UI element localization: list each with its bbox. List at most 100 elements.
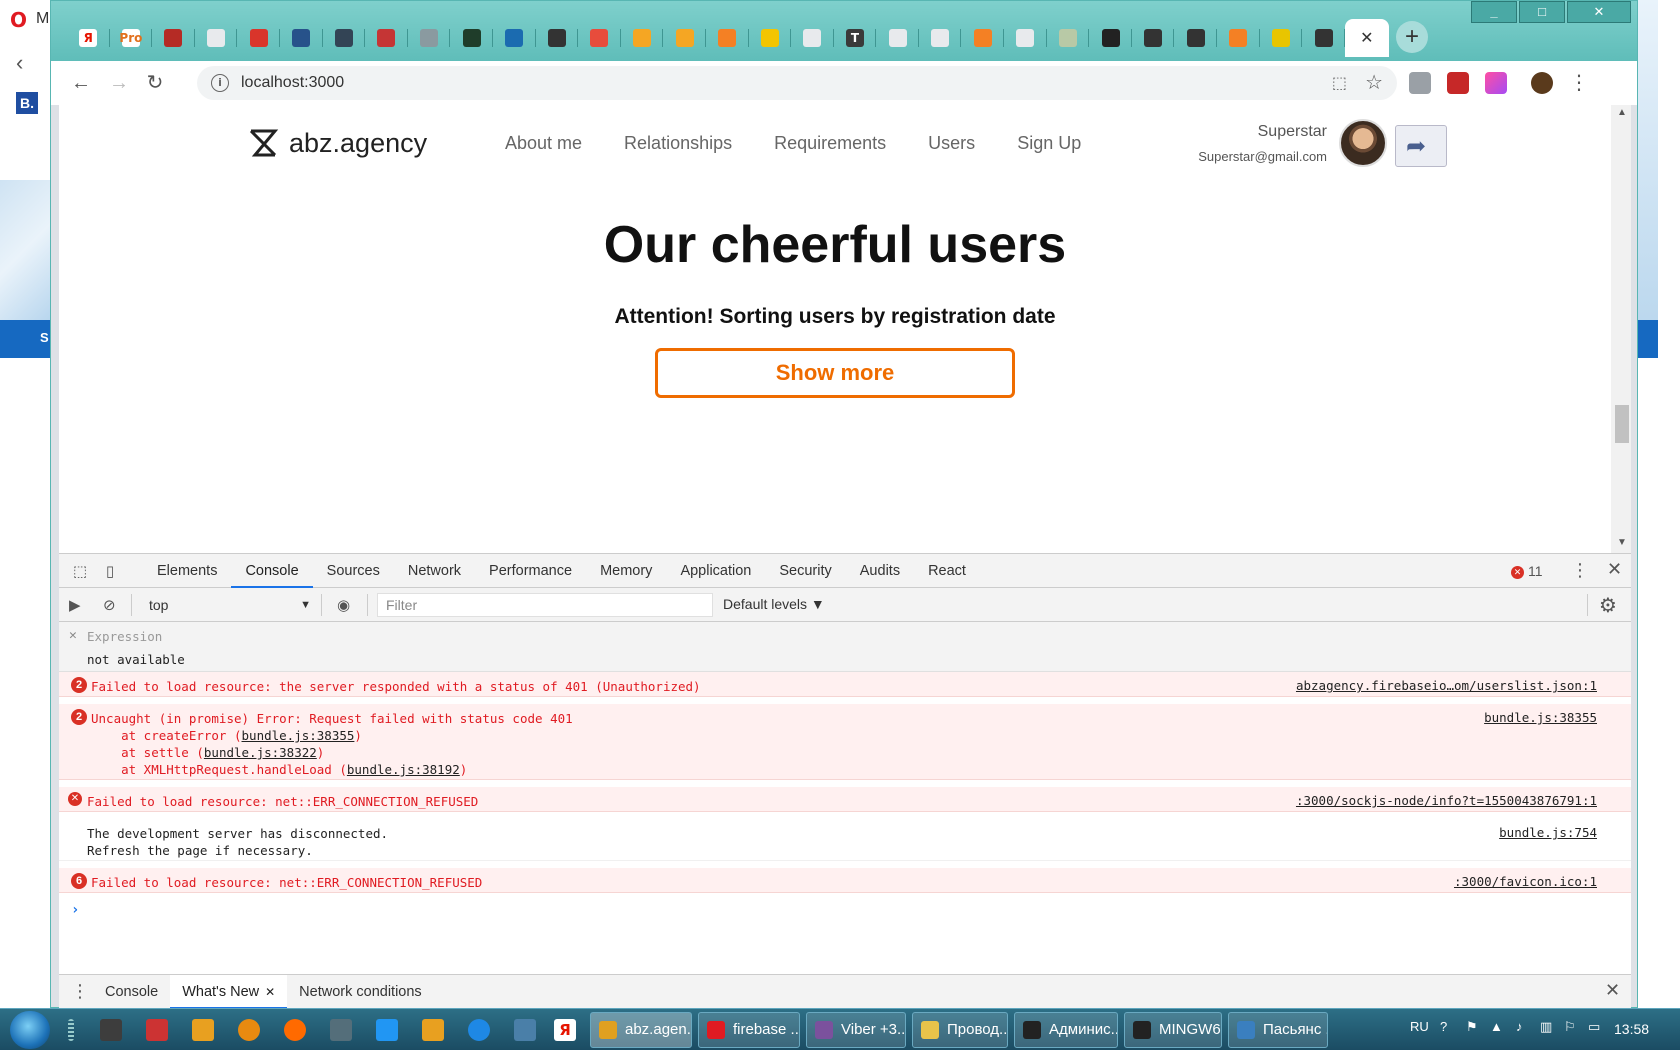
quick-launch-icon[interactable] bbox=[284, 1019, 306, 1041]
bookmark-star-icon[interactable]: ☆ bbox=[1365, 70, 1383, 95]
help-icon[interactable]: ? bbox=[1440, 1019, 1447, 1034]
close-drawer-tab-icon[interactable]: ✕ bbox=[265, 985, 275, 999]
browser-tab[interactable] bbox=[1217, 19, 1260, 57]
close-drawer-icon[interactable]: ✕ bbox=[1605, 980, 1620, 1001]
drawer-menu-icon[interactable]: ⋮ bbox=[71, 981, 89, 1002]
browser-tab[interactable] bbox=[280, 19, 323, 57]
display-icon[interactable]: ▭ bbox=[1588, 1019, 1600, 1035]
taskbar-window-button[interactable]: Провод... bbox=[912, 1012, 1008, 1048]
browser-tab[interactable]: T bbox=[834, 19, 877, 57]
source-link[interactable]: :3000/sockjs-node/info?t=1550043876791:1 bbox=[1296, 793, 1597, 808]
scrollbar-thumb[interactable] bbox=[1615, 405, 1629, 443]
browser-tab[interactable] bbox=[749, 19, 792, 57]
browser-tab[interactable] bbox=[663, 19, 706, 57]
browser-tab[interactable] bbox=[919, 19, 962, 57]
source-link[interactable]: bundle.js:38355 bbox=[1484, 710, 1597, 725]
nav-users[interactable]: Users bbox=[928, 133, 975, 154]
browser-tab[interactable] bbox=[1089, 19, 1132, 57]
close-window-button[interactable]: ✕ bbox=[1567, 1, 1631, 23]
quick-launch-icon[interactable] bbox=[330, 1019, 352, 1041]
stack-frame-link[interactable]: bundle.js:38192 bbox=[347, 762, 460, 777]
browser-tab[interactable] bbox=[195, 19, 238, 57]
browser-tab[interactable] bbox=[536, 19, 579, 57]
avatar[interactable] bbox=[1339, 119, 1387, 167]
devtools-tab-audits[interactable]: Audits bbox=[846, 554, 914, 588]
quick-launch-icon[interactable] bbox=[238, 1019, 260, 1041]
address-bar[interactable]: i localhost:3000 ⬚ ☆ bbox=[197, 66, 1397, 100]
stack-frame-link[interactable]: bundle.js:38322 bbox=[204, 745, 317, 760]
show-more-button[interactable]: Show more bbox=[655, 348, 1015, 398]
browser-tab[interactable] bbox=[1260, 19, 1303, 57]
minimize-button[interactable]: _ bbox=[1471, 1, 1517, 23]
devtools-tab-security[interactable]: Security bbox=[765, 554, 845, 588]
browser-tab[interactable]: Я bbox=[67, 19, 110, 57]
context-select[interactable]: top ▼ bbox=[139, 593, 315, 617]
nav-sign-up[interactable]: Sign Up bbox=[1017, 133, 1081, 154]
taskbar-window-button[interactable]: Viber +3... bbox=[806, 1012, 906, 1048]
network-icon[interactable]: ▥ bbox=[1540, 1019, 1552, 1035]
browser-tab[interactable] bbox=[365, 19, 408, 57]
devtools-tab-network[interactable]: Network bbox=[394, 554, 475, 588]
extension-icon[interactable] bbox=[1447, 72, 1469, 94]
forward-button[interactable]: → bbox=[107, 71, 131, 95]
devtools-tab-application[interactable]: Application bbox=[666, 554, 765, 588]
site-logo[interactable]: abz.agency bbox=[247, 127, 427, 159]
devtools-tab-react[interactable]: React bbox=[914, 554, 980, 588]
scroll-up-icon[interactable]: ▲ bbox=[1617, 107, 1627, 118]
language-indicator[interactable]: RU bbox=[1410, 1019, 1429, 1034]
taskbar-window-button[interactable]: Пасьянс ... bbox=[1228, 1012, 1328, 1048]
sidebar-toggle-icon[interactable]: ▶ bbox=[69, 596, 81, 614]
quick-launch-icon[interactable] bbox=[100, 1019, 122, 1041]
devtools-tab-console[interactable]: Console bbox=[231, 554, 313, 588]
browser-tab[interactable] bbox=[408, 19, 451, 57]
tray-icon[interactable]: ⚑ bbox=[1466, 1019, 1478, 1035]
start-button[interactable] bbox=[10, 1011, 50, 1049]
source-link[interactable]: abzagency.firebaseio…om/userslist.json:1 bbox=[1296, 678, 1597, 693]
gear-icon[interactable]: ⚙ bbox=[1599, 593, 1617, 618]
devtools-tab-memory[interactable]: Memory bbox=[586, 554, 666, 588]
eye-icon[interactable]: ◉ bbox=[337, 596, 350, 614]
source-link[interactable]: :3000/favicon.ico:1 bbox=[1454, 874, 1597, 889]
remove-expression-icon[interactable]: ✕ bbox=[69, 628, 77, 643]
tray-icon[interactable]: ⚐ bbox=[1564, 1019, 1576, 1035]
ie-icon[interactable] bbox=[468, 1019, 490, 1041]
extension-icon[interactable] bbox=[1409, 72, 1431, 94]
device-toolbar-icon[interactable]: ▯ bbox=[101, 562, 119, 580]
source-link[interactable]: bundle.js:754 bbox=[1499, 825, 1597, 840]
close-tab-icon[interactable]: ✕ bbox=[1360, 28, 1373, 48]
info-icon[interactable]: i bbox=[211, 74, 229, 92]
browser-tab[interactable] bbox=[961, 19, 1004, 57]
extension-icon[interactable] bbox=[1485, 72, 1507, 94]
devtools-tab-performance[interactable]: Performance bbox=[475, 554, 586, 588]
booking-icon[interactable]: B. bbox=[16, 92, 38, 114]
drawer-tab[interactable]: Network conditions bbox=[287, 975, 434, 1009]
quick-launch-icon[interactable] bbox=[422, 1019, 444, 1041]
opera-icon[interactable]: O bbox=[10, 8, 27, 32]
taskbar-window-button[interactable]: firebase ... bbox=[698, 1012, 800, 1048]
taskbar-window-button[interactable]: MINGW6... bbox=[1124, 1012, 1222, 1048]
drawer-tab[interactable]: Console bbox=[93, 975, 170, 1009]
logout-button[interactable]: ➦ bbox=[1395, 125, 1447, 167]
maximize-button[interactable]: □ bbox=[1519, 1, 1565, 23]
browser-tab[interactable] bbox=[578, 19, 621, 57]
browser-tab[interactable] bbox=[237, 19, 280, 57]
error-counter[interactable]: ✕ 11 bbox=[1511, 563, 1543, 579]
browser-tab[interactable]: Pro bbox=[110, 19, 153, 57]
browser-tab[interactable] bbox=[1132, 19, 1175, 57]
browser-tab[interactable] bbox=[493, 19, 536, 57]
profile-avatar[interactable] bbox=[1531, 72, 1553, 94]
console-filter-input[interactable]: Filter bbox=[377, 593, 713, 617]
url-text[interactable]: localhost:3000 bbox=[241, 74, 344, 92]
devtools-tab-sources[interactable]: Sources bbox=[313, 554, 394, 588]
reload-button[interactable]: ↻ bbox=[143, 71, 167, 95]
browser-tab[interactable] bbox=[450, 19, 493, 57]
devtools-menu-icon[interactable]: ⋮ bbox=[1571, 560, 1589, 581]
console-prompt[interactable]: › bbox=[71, 902, 79, 918]
translate-icon[interactable]: ⬚ bbox=[1332, 73, 1347, 93]
volume-icon[interactable]: ♪ bbox=[1516, 1019, 1523, 1034]
quick-launch-icon[interactable] bbox=[192, 1019, 214, 1041]
browser-tab[interactable] bbox=[706, 19, 749, 57]
quick-launch-icon[interactable] bbox=[146, 1019, 168, 1041]
close-devtools-icon[interactable]: ✕ bbox=[1607, 559, 1622, 580]
yandex-icon[interactable]: Я bbox=[554, 1019, 576, 1041]
